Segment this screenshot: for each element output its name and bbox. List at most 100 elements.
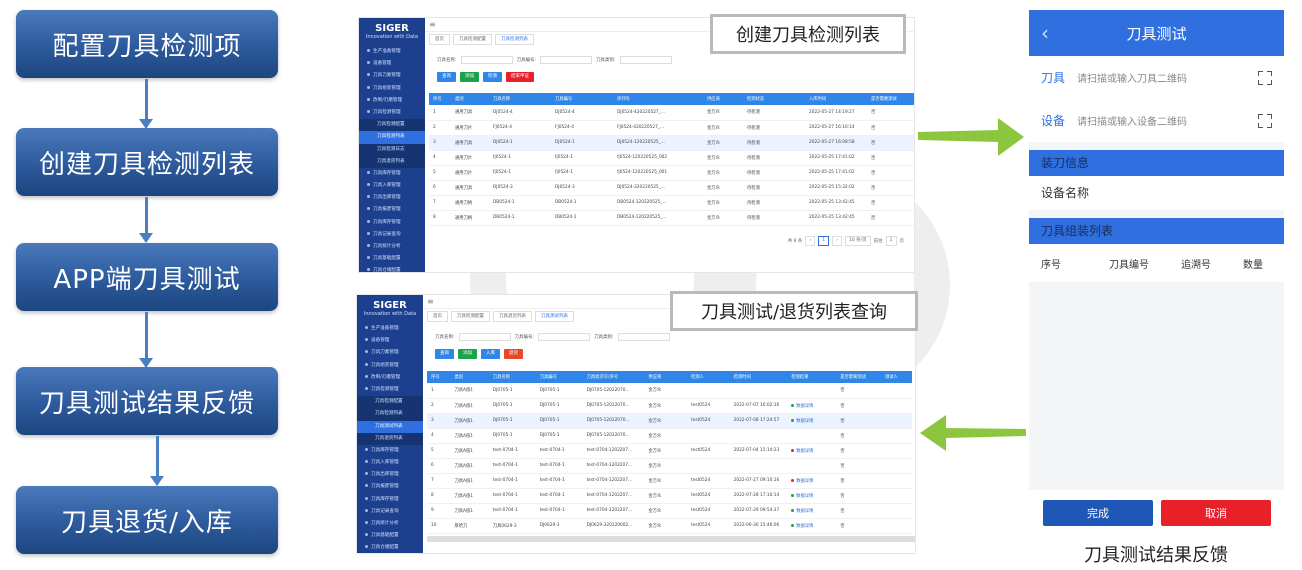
sidebar-item[interactable]: 刀具库存管理 — [357, 494, 423, 506]
result-link[interactable]: 数据详情 — [796, 419, 813, 424]
table-row[interactable]: 1 通用刀具 DJ0524-4 DJ0524-4 DJ0524-420220527_..… — [429, 105, 914, 121]
table-row[interactable]: 3 刀具A值1 DJ0705-1 DJ0705-1 DJ0705-12022070...… — [427, 413, 912, 429]
filter-input[interactable] — [460, 56, 513, 64]
table-row[interactable]: 10 厚哈刀 刀具0629-3 DJ0629-3 DJ0629-320220602...… — [427, 518, 912, 534]
result-link[interactable]: 数据详情 — [796, 479, 813, 484]
sidebar-item[interactable]: 刀具基础配置 — [359, 253, 425, 265]
sidebar-item[interactable]: 刀具组装管理 — [359, 83, 425, 95]
sidebar-item[interactable]: 改制/刃磨管理 — [357, 372, 423, 384]
filter-input[interactable] — [538, 333, 591, 341]
filter-input[interactable] — [540, 56, 593, 64]
sidebar-item[interactable]: 刀具出库管理 — [357, 469, 423, 481]
action-button[interactable]: 退货 — [504, 349, 523, 359]
page-button[interactable]: 1 — [818, 236, 830, 246]
sidebar-item[interactable]: 刀具记录查询 — [359, 229, 425, 241]
result-link[interactable]: 数据详情 — [796, 509, 813, 514]
tool-input[interactable]: 请扫描或输入刀具二维码 — [1077, 70, 1187, 85]
tab-item[interactable]: 刀具检测配置 — [453, 34, 492, 45]
tool-scan-row[interactable]: 刀具 请扫描或输入刀具二维码 — [1029, 56, 1284, 99]
sidebar-item[interactable]: 刀具统计分析 — [357, 518, 423, 530]
result-link[interactable]: 数据详情 — [796, 449, 813, 454]
action-button[interactable]: 查询 — [435, 349, 454, 359]
table-row[interactable]: 2 刀具A值1 DJ0705-1 DJ0705-1 DJ0705-12022070...… — [427, 398, 912, 414]
sidebar-item[interactable]: 刀具检测列表 — [359, 131, 425, 144]
tab-item[interactable]: 首页 — [427, 311, 448, 322]
table-row[interactable]: 7 通用刀柄 DB0524-1 DB0524-1 DB0524-120220525_..… — [429, 195, 914, 211]
sidebar-item[interactable]: 刀具退货列表 — [357, 432, 423, 445]
table-row[interactable]: 9 刀具A值1 test-0704-1 test-0704-1 test-0704-12… — [427, 503, 912, 519]
sidebar-item[interactable]: 刀具仓储配置 — [359, 265, 425, 272]
action-button[interactable]: 检测 — [483, 72, 502, 82]
filter-input[interactable] — [458, 333, 511, 341]
table-row[interactable]: 8 通用刀柄 DB0524-1 DB0524-1 DB0524-120220525_..… — [429, 210, 914, 226]
table-row[interactable]: 1 刀具A值1 DJ0705-1 DJ0705-1 DJ0705-12022070...… — [427, 383, 912, 399]
table-cell: DJ0524-1 — [551, 135, 613, 151]
table-row[interactable]: 4 刀具A值1 DJ0705-1 DJ0705-1 DJ0705-12022070...… — [427, 428, 912, 444]
table-row[interactable]: 3 通用刀具 DJ0524-1 DJ0524-1 DJ0524-120220525_..… — [429, 135, 914, 151]
scan-icon[interactable] — [1258, 113, 1272, 128]
result-link[interactable]: 数据详情 — [796, 404, 813, 409]
sidebar-item[interactable]: 刀具测试列表 — [357, 420, 423, 433]
tab-item[interactable]: 刀具检测配置 — [451, 311, 490, 322]
device-input[interactable]: 请扫描或输入设备二维码 — [1077, 113, 1187, 128]
sidebar-item[interactable]: 刀具检测管理 — [359, 107, 425, 119]
sidebar-item[interactable]: 刀具退货列表 — [359, 155, 425, 168]
result-link[interactable]: 数据详情 — [796, 494, 813, 499]
sidebar-item[interactable]: 刀具组装管理 — [357, 360, 423, 372]
device-scan-row[interactable]: 设备 请扫描或输入设备二维码 — [1029, 99, 1284, 142]
table-row[interactable]: 5 刀具A值1 test-0704-1 test-0704-1 test-0704-12… — [427, 443, 912, 459]
sidebar-item[interactable]: 刀具检测管理 — [357, 384, 423, 396]
scan-icon[interactable] — [1258, 70, 1272, 85]
action-button[interactable]: 添加 — [458, 349, 477, 359]
table-row[interactable]: 4 通用刀片 fj0524-1 fj0524-1 fj0524-120220525_00… — [429, 150, 914, 166]
sidebar-item[interactable]: 刀具刀素管理 — [359, 70, 425, 82]
result-link[interactable]: 数据详情 — [796, 524, 813, 529]
filter-input[interactable] — [619, 56, 672, 64]
goto-input[interactable]: 1 — [885, 236, 897, 246]
table-row[interactable]: 5 通用刀片 fj0524-1 fj0524-1 fj0524-120220525_00… — [429, 165, 914, 181]
next-page-icon[interactable]: › — [832, 236, 842, 246]
sidebar-item[interactable]: 刀具仓储配置 — [357, 542, 423, 553]
sidebar-item[interactable]: 刀具刀素管理 — [357, 347, 423, 359]
action-button[interactable]: 结束申证 — [506, 72, 534, 82]
tab-item[interactable]: 刀具测试列表 — [535, 311, 574, 322]
action-button[interactable]: 入库 — [481, 349, 500, 359]
filter-input[interactable] — [617, 333, 670, 341]
sidebar-item[interactable]: 刀具基础配置 — [357, 530, 423, 542]
tab-item[interactable]: 首页 — [429, 34, 450, 45]
back-icon[interactable]: ‹ — [1041, 21, 1049, 45]
sidebar-item[interactable]: 刀具检测列表 — [357, 408, 423, 421]
sidebar-item[interactable]: 生产准备管理 — [357, 323, 423, 335]
sidebar-item[interactable]: 刀具入库管理 — [357, 457, 423, 469]
table-row[interactable]: 8 刀具A值1 test-0704-1 test-0704-1 test-0704-12… — [427, 488, 912, 504]
complete-button[interactable]: 完成 — [1043, 500, 1153, 526]
sidebar-item[interactable]: 刀具报废管理 — [357, 481, 423, 493]
sidebar-item[interactable]: 刀具记录查询 — [357, 506, 423, 518]
table-row[interactable]: 6 通用刀具 DJ0524-3 DJ0524-3 DJ0524-320220525_..… — [429, 180, 914, 196]
sidebar-item[interactable]: 刀具统计分析 — [359, 241, 425, 253]
sidebar-item[interactable]: 刀具出库管理 — [359, 192, 425, 204]
sidebar-item[interactable]: 刀具库存管理 — [359, 168, 425, 180]
sidebar-item[interactable]: 刀具报废管理 — [359, 204, 425, 216]
sidebar-item[interactable]: 刀具检测日志 — [359, 143, 425, 156]
page-size-select[interactable]: 10 条/页 — [844, 236, 871, 246]
tab-item[interactable]: 刀具退货列表 — [493, 311, 532, 322]
sidebar-item[interactable]: 刀具入库管理 — [359, 180, 425, 192]
sidebar-item[interactable]: 设备管理 — [357, 335, 423, 347]
sidebar-item[interactable]: 刀具库存管理 — [357, 445, 423, 457]
table-row[interactable]: 6 刀具A值1 test-0704-1 test-0704-1 test-0704-12… — [427, 458, 912, 474]
sidebar-item[interactable]: 刀具库存管理 — [359, 217, 425, 229]
sidebar-item[interactable]: 刀具检测配置 — [359, 119, 425, 132]
sidebar-item[interactable]: 改制/刃磨管理 — [359, 95, 425, 107]
sidebar-item[interactable]: 刀具检测配置 — [357, 396, 423, 409]
prev-page-icon[interactable]: ‹ — [805, 236, 816, 246]
action-button[interactable]: 添加 — [460, 72, 479, 82]
sidebar-item[interactable]: 生产准备管理 — [359, 46, 425, 58]
horizontal-scrollbar[interactable] — [427, 536, 915, 542]
action-button[interactable]: 查询 — [437, 72, 456, 82]
cancel-button[interactable]: 取消 — [1161, 500, 1271, 526]
sidebar-item[interactable]: 设备管理 — [359, 58, 425, 70]
table-row[interactable]: 2 通用刀片 FJ0524-4 FJ0524-4 FJ0524-420220527_..… — [429, 120, 914, 136]
table-row[interactable]: 7 刀具A值1 test-0704-1 test-0704-1 test-0704-12… — [427, 473, 912, 489]
tab-item[interactable]: 刀具检测列表 — [495, 34, 534, 45]
